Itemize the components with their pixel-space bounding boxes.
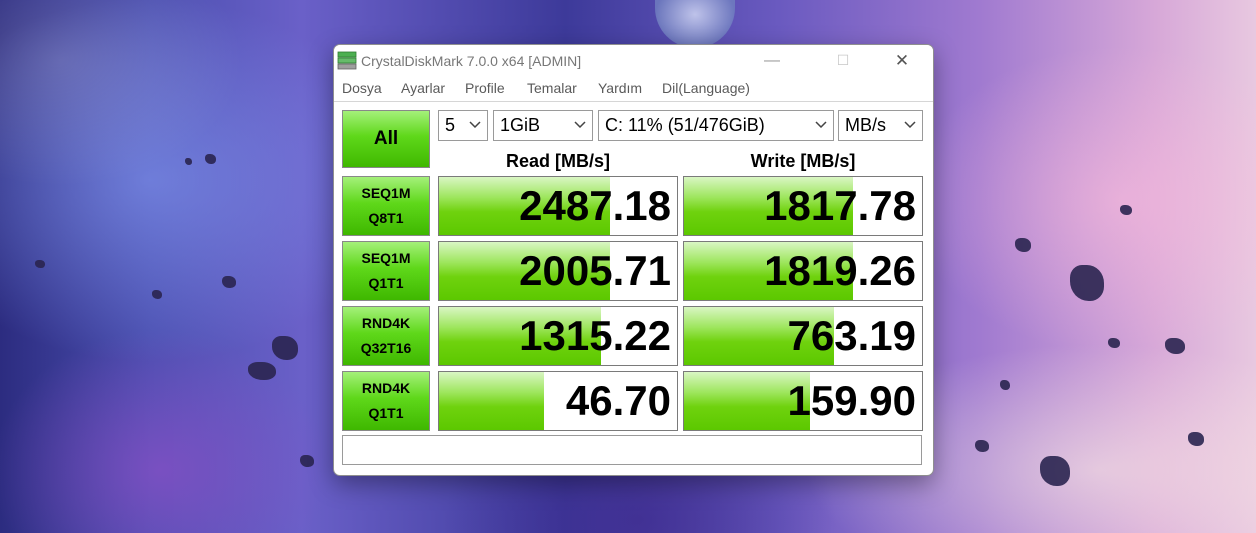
test-name: SEQ1M <box>361 250 411 266</box>
write-value: 1817.78 <box>764 182 916 229</box>
menu-profile[interactable]: Profile <box>465 80 505 96</box>
menu-bar: Dosya Ayarlar Profile Temalar Yardım Dil… <box>334 78 931 100</box>
read-progress-bar <box>439 372 544 430</box>
test-params: Q8T1 <box>368 210 404 226</box>
maximize-button[interactable]: ☐ <box>820 45 866 76</box>
rock <box>1015 238 1031 252</box>
write-value: 1819.26 <box>764 247 916 294</box>
window-title: CrystalDiskMark 7.0.0 x64 [ADMIN] <box>361 53 582 69</box>
menu-yardim[interactable]: Yardım <box>598 80 642 96</box>
rock <box>1120 205 1132 215</box>
test-name: RND4K <box>361 315 411 331</box>
write-result-seq1m-q1t1: 1819.26 <box>683 241 923 301</box>
write-value: 159.90 <box>787 377 916 424</box>
read-header: Read [MB/s] <box>505 151 610 171</box>
crystaldiskmark-window: CrystalDiskMark 7.0.0 x64 [ADMIN] — ☐ ✕ … <box>333 44 934 476</box>
read-result-seq1m-q1t1: 2005.71 <box>438 241 678 301</box>
test-button-seq1m-q1t1[interactable]: SEQ1M Q1T1 <box>342 241 430 301</box>
write-header: Write [MB/s] <box>750 151 856 171</box>
write-value: 763.19 <box>787 312 916 359</box>
rock <box>1070 265 1104 301</box>
test-params: Q32T16 <box>360 340 412 356</box>
test-size-value: 1GiB <box>500 115 541 135</box>
rock <box>1040 456 1070 486</box>
chevron-down-icon <box>903 117 919 133</box>
title-bar[interactable]: CrystalDiskMark 7.0.0 x64 [ADMIN] — ☐ ✕ <box>334 45 933 76</box>
minimize-button[interactable]: — <box>749 45 795 76</box>
test-params: Q1T1 <box>368 405 404 421</box>
menu-dosya[interactable]: Dosya <box>342 80 382 96</box>
test-name: SEQ1M <box>361 185 411 201</box>
test-button-rnd4k-q1t1[interactable]: RND4K Q1T1 <box>342 371 430 431</box>
rock <box>222 276 236 288</box>
test-count-value: 5 <box>445 115 456 135</box>
maximize-icon: ☐ <box>836 52 850 68</box>
close-icon: ✕ <box>894 50 910 70</box>
unit-select[interactable]: MB/s <box>838 110 923 141</box>
read-value: 1315.22 <box>519 312 671 359</box>
chevron-down-icon <box>814 117 830 133</box>
test-size-select[interactable]: 1GiB <box>493 110 593 141</box>
comment-field[interactable] <box>342 435 922 465</box>
app-icon <box>337 51 357 70</box>
test-button-seq1m-q8t1[interactable]: SEQ1M Q8T1 <box>342 176 430 236</box>
write-result-rnd4k-q32t16: 763.19 <box>683 306 923 366</box>
drive-select[interactable]: C: 11% (51/476GiB) <box>598 110 834 141</box>
rock <box>300 455 314 467</box>
read-result-rnd4k-q1t1: 46.70 <box>438 371 678 431</box>
read-value: 46.70 <box>565 377 671 424</box>
test-params: Q1T1 <box>368 275 404 291</box>
rock <box>1165 338 1185 354</box>
test-count-select[interactable]: 5 <box>438 110 488 141</box>
rock <box>185 158 192 165</box>
test-button-rnd4k-q32t16[interactable]: RND4K Q32T16 <box>342 306 430 366</box>
menu-temalar[interactable]: Temalar <box>527 80 577 96</box>
astronaut-figure <box>655 0 735 48</box>
rock <box>975 440 989 452</box>
rock <box>272 336 298 360</box>
write-result-seq1m-q8t1: 1817.78 <box>683 176 923 236</box>
test-name: RND4K <box>361 380 411 396</box>
rock <box>205 154 216 164</box>
unit-value: MB/s <box>845 115 887 135</box>
chevron-down-icon <box>468 117 484 133</box>
menu-language[interactable]: Dil(Language) <box>662 80 750 96</box>
rock <box>1000 380 1010 390</box>
rock <box>35 260 45 268</box>
rock <box>1108 338 1120 348</box>
read-value: 2005.71 <box>519 247 671 294</box>
menu-ayarlar[interactable]: Ayarlar <box>401 80 445 96</box>
menu-divider <box>334 101 933 102</box>
minimize-icon: — <box>764 51 780 69</box>
rock <box>152 290 162 299</box>
rock <box>248 362 276 380</box>
read-value: 2487.18 <box>519 182 671 229</box>
chevron-down-icon <box>573 117 589 133</box>
rock <box>1188 432 1204 446</box>
read-result-seq1m-q8t1: 2487.18 <box>438 176 678 236</box>
drive-value: C: 11% (51/476GiB) <box>605 115 765 135</box>
close-button[interactable]: ✕ <box>879 45 925 76</box>
run-all-button[interactable]: All <box>342 110 430 168</box>
write-result-rnd4k-q1t1: 159.90 <box>683 371 923 431</box>
read-result-rnd4k-q32t16: 1315.22 <box>438 306 678 366</box>
